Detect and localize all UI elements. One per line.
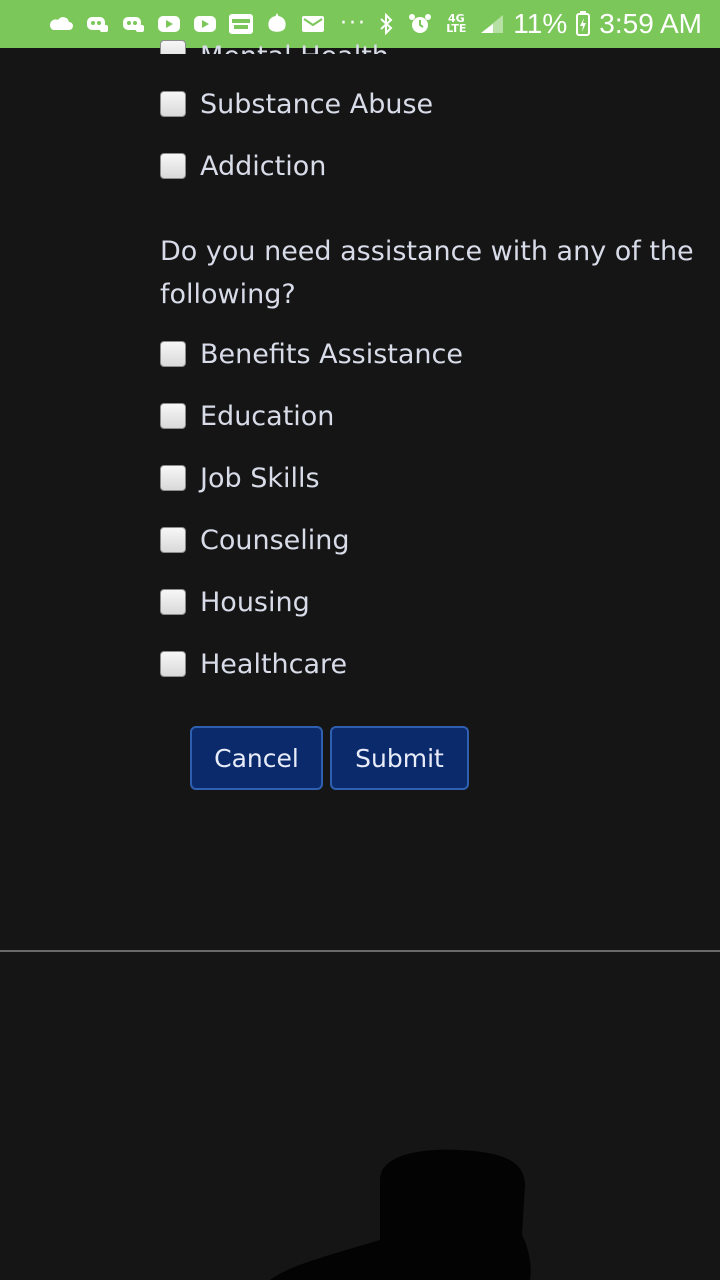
checkbox-label: Job Skills: [200, 462, 320, 494]
checkbox-label: Addiction: [200, 150, 327, 182]
system-indicators: 4G LTE 11% 3:59 AM: [373, 10, 702, 38]
checkbox[interactable]: [160, 403, 186, 429]
checkbox-row-substance-abuse[interactable]: Substance Abuse: [160, 84, 433, 124]
discord-icon: [84, 13, 110, 35]
signal-icon: [479, 13, 505, 35]
network-type: 4G LTE: [446, 12, 467, 35]
checkbox-label: Housing: [200, 586, 310, 618]
checkbox[interactable]: [160, 651, 186, 677]
battery-icon: [575, 11, 591, 36]
discord-icon: [120, 13, 146, 35]
checkbox-row-addiction[interactable]: Addiction: [160, 146, 326, 186]
footer-divider: [0, 950, 720, 952]
question-text: Do you need assistance with any of the f…: [160, 236, 694, 310]
checkbox-label: Substance Abuse: [200, 88, 434, 120]
footer-silhouette-image: [270, 1149, 531, 1280]
clock: 3:59 AM: [599, 8, 702, 39]
checkbox-label: Education: [200, 400, 335, 432]
checkbox[interactable]: [160, 40, 186, 54]
cloud-icon: [48, 13, 74, 35]
checkbox-label: Counseling: [200, 524, 350, 556]
checkbox-row-counseling[interactable]: Counseling: [160, 520, 350, 560]
checkbox[interactable]: [160, 153, 186, 179]
checkbox-label: Healthcare: [200, 648, 348, 680]
checkbox[interactable]: [160, 465, 186, 491]
checkbox-row-education[interactable]: Education: [160, 396, 334, 436]
checkbox-label: Mental Health: [200, 41, 389, 54]
checkbox-row-housing[interactable]: Housing: [160, 582, 310, 622]
checkbox-row-mental-health[interactable]: Mental Health: [160, 32, 389, 54]
checkbox[interactable]: [160, 527, 186, 553]
checkbox-label: Benefits Assistance: [200, 338, 463, 370]
alarm-icon: [407, 13, 433, 35]
checkbox[interactable]: [160, 91, 186, 117]
checkbox-row-healthcare[interactable]: Healthcare: [160, 644, 347, 684]
submit-button[interactable]: Submit: [330, 726, 469, 790]
cancel-button[interactable]: Cancel: [190, 726, 323, 790]
checkbox-row-job-skills[interactable]: Job Skills: [160, 458, 320, 498]
battery-percent: 11%: [513, 8, 568, 39]
checkbox-row-benefits-assistance[interactable]: Benefits Assistance: [160, 334, 463, 374]
checkbox[interactable]: [160, 589, 186, 615]
checkbox[interactable]: [160, 341, 186, 367]
